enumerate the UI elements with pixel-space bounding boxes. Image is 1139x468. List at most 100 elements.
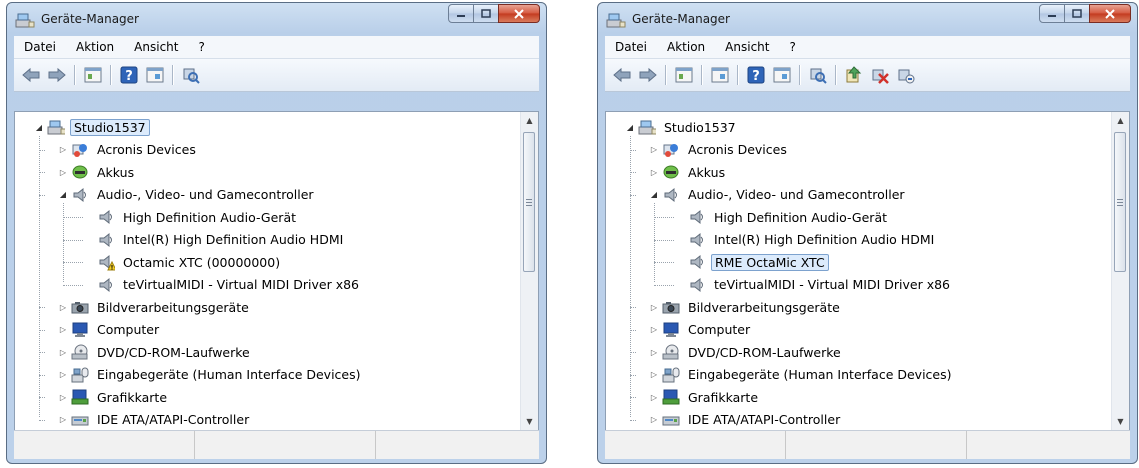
properties-icon[interactable] [673, 64, 695, 86]
menu-0[interactable]: Datei [14, 40, 66, 54]
scroll-up-icon[interactable]: ▲ [1112, 112, 1129, 129]
expanded-arrow-icon[interactable]: ◢ [648, 189, 660, 201]
menu-1[interactable]: Aktion [66, 40, 124, 54]
expanded-arrow-icon[interactable]: ◢ [624, 121, 636, 133]
collapsed-arrow-icon[interactable]: ▷ [57, 414, 69, 426]
collapsed-arrow-icon[interactable]: ▷ [57, 391, 69, 403]
tree-node[interactable]: teVirtualMIDI - Virtual MIDI Driver x86 [81, 275, 362, 295]
tree-node-label[interactable]: Intel(R) High Definition Audio HDMI [120, 231, 346, 248]
uninstall-icon[interactable] [895, 64, 917, 86]
tree-node-label[interactable]: Intel(R) High Definition Audio HDMI [711, 231, 937, 248]
close-button[interactable] [498, 4, 540, 23]
tree-node[interactable]: ◢ Audio-, Video- und Gamecontroller [648, 185, 908, 205]
forward-icon[interactable] [637, 64, 659, 86]
tree-node-label[interactable]: Bildverarbeitungsgeräte [685, 299, 843, 316]
tree-node[interactable]: ▷ IDE ATA/ATAPI-Controller [648, 410, 843, 430]
tree-node-label[interactable]: Acronis Devices [685, 141, 790, 158]
tree-node-label[interactable]: Computer [685, 321, 753, 338]
view-icon[interactable] [709, 64, 731, 86]
tree-node[interactable]: ▷ DVD/CD-ROM-Laufwerke [57, 342, 253, 362]
tree-node-label[interactable]: Acronis Devices [94, 141, 199, 158]
tree-node-label[interactable]: teVirtualMIDI - Virtual MIDI Driver x86 [120, 276, 362, 293]
tree-node-label[interactable]: Bildverarbeitungsgeräte [94, 299, 252, 316]
scan-icon[interactable] [180, 64, 202, 86]
properties-icon[interactable] [82, 64, 104, 86]
collapsed-arrow-icon[interactable]: ▷ [648, 346, 660, 358]
tree-node-label[interactable]: Akkus [685, 164, 728, 181]
collapsed-arrow-icon[interactable]: ▷ [648, 324, 660, 336]
scroll-down-icon[interactable]: ▼ [1112, 413, 1129, 430]
tree-node-label[interactable]: RME OctaMic XTC [711, 253, 829, 271]
expanded-arrow-icon[interactable]: ◢ [33, 121, 45, 133]
scroll-down-icon[interactable]: ▼ [521, 413, 538, 430]
tree-node[interactable]: ▷ Grafikkarte [57, 387, 170, 407]
maximize-button[interactable] [473, 4, 499, 23]
scan-icon[interactable] [807, 64, 829, 86]
tree-node-label[interactable]: Akkus [94, 164, 137, 181]
tree-node-label[interactable]: Studio1537 [661, 119, 739, 136]
tree-node[interactable]: ▷ Eingabegeräte (Human Interface Devices) [57, 365, 364, 385]
tree-node-label[interactable]: teVirtualMIDI - Virtual MIDI Driver x86 [711, 276, 953, 293]
collapsed-arrow-icon[interactable]: ▷ [57, 166, 69, 178]
update-driver-icon[interactable] [843, 64, 865, 86]
forward-icon[interactable] [46, 64, 68, 86]
tree-node-label[interactable]: High Definition Audio-Gerät [120, 209, 299, 226]
tree-node[interactable]: ▷ Akkus [57, 162, 137, 182]
minimize-button[interactable] [448, 4, 474, 23]
tree-node-label[interactable]: DVD/CD-ROM-Laufwerke [685, 344, 844, 361]
tree-node[interactable]: ▷ Acronis Devices [57, 140, 199, 160]
disable-icon[interactable] [869, 64, 891, 86]
view-icon[interactable] [144, 64, 166, 86]
help-icon[interactable]: ? [118, 64, 140, 86]
menu-3[interactable]: ? [779, 40, 805, 54]
tree-node[interactable]: High Definition Audio-Gerät [672, 207, 890, 227]
view-icon[interactable] [771, 64, 793, 86]
collapsed-arrow-icon[interactable]: ▷ [57, 301, 69, 313]
expanded-arrow-icon[interactable]: ◢ [57, 189, 69, 201]
tree-node[interactable]: Intel(R) High Definition Audio HDMI [672, 230, 937, 250]
tree-node-label[interactable]: Audio-, Video- und Gamecontroller [685, 186, 908, 203]
tree-node[interactable]: Intel(R) High Definition Audio HDMI [81, 230, 346, 250]
menu-2[interactable]: Ansicht [124, 40, 188, 54]
tree-node[interactable]: ▷ Bildverarbeitungsgeräte [57, 297, 252, 317]
menu-1[interactable]: Aktion [657, 40, 715, 54]
tree-node-label[interactable]: Computer [94, 321, 162, 338]
back-icon[interactable] [20, 64, 42, 86]
vertical-scrollbar[interactable]: ▲ ▼ [520, 112, 538, 430]
collapsed-arrow-icon[interactable]: ▷ [648, 301, 660, 313]
collapsed-arrow-icon[interactable]: ▷ [57, 346, 69, 358]
close-button[interactable] [1089, 4, 1131, 23]
minimize-button[interactable] [1039, 4, 1065, 23]
scroll-up-icon[interactable]: ▲ [521, 112, 538, 129]
tree-node-label[interactable]: DVD/CD-ROM-Laufwerke [94, 344, 253, 361]
menu-0[interactable]: Datei [605, 40, 657, 54]
collapsed-arrow-icon[interactable]: ▷ [648, 369, 660, 381]
tree-node-label[interactable]: Audio-, Video- und Gamecontroller [94, 186, 317, 203]
tree-node[interactable]: ▷ Computer [57, 320, 162, 340]
tree-node[interactable]: ▷ Computer [648, 320, 753, 340]
tree-node-label[interactable]: Eingabegeräte (Human Interface Devices) [94, 366, 364, 383]
collapsed-arrow-icon[interactable]: ▷ [648, 391, 660, 403]
tree-node-label[interactable]: Studio1537 [70, 118, 150, 136]
vertical-scrollbar[interactable]: ▲ ▼ [1111, 112, 1129, 430]
tree-node[interactable]: ▷ Acronis Devices [648, 140, 790, 160]
scroll-thumb[interactable] [523, 132, 535, 272]
collapsed-arrow-icon[interactable]: ▷ [648, 414, 660, 426]
tree-node[interactable]: ◢ Audio-, Video- und Gamecontroller [57, 185, 317, 205]
menu-3[interactable]: ? [188, 40, 214, 54]
menu-2[interactable]: Ansicht [715, 40, 779, 54]
title-bar[interactable]: Geräte-Manager [7, 3, 546, 35]
tree-node-label[interactable]: High Definition Audio-Gerät [711, 209, 890, 226]
collapsed-arrow-icon[interactable]: ▷ [57, 324, 69, 336]
collapsed-arrow-icon[interactable]: ▷ [648, 144, 660, 156]
help-icon[interactable]: ? [745, 64, 767, 86]
collapsed-arrow-icon[interactable]: ▷ [648, 166, 660, 178]
title-bar[interactable]: Geräte-Manager [598, 3, 1137, 35]
back-icon[interactable] [611, 64, 633, 86]
tree-node[interactable]: ! Octamic XTC (00000000) [81, 252, 283, 272]
maximize-button[interactable] [1064, 4, 1090, 23]
tree-node[interactable]: ▷ Bildverarbeitungsgeräte [648, 297, 843, 317]
tree-node-label[interactable]: Octamic XTC (00000000) [120, 254, 283, 271]
tree-node[interactable]: teVirtualMIDI - Virtual MIDI Driver x86 [672, 275, 953, 295]
tree-node[interactable]: ▷ DVD/CD-ROM-Laufwerke [648, 342, 844, 362]
